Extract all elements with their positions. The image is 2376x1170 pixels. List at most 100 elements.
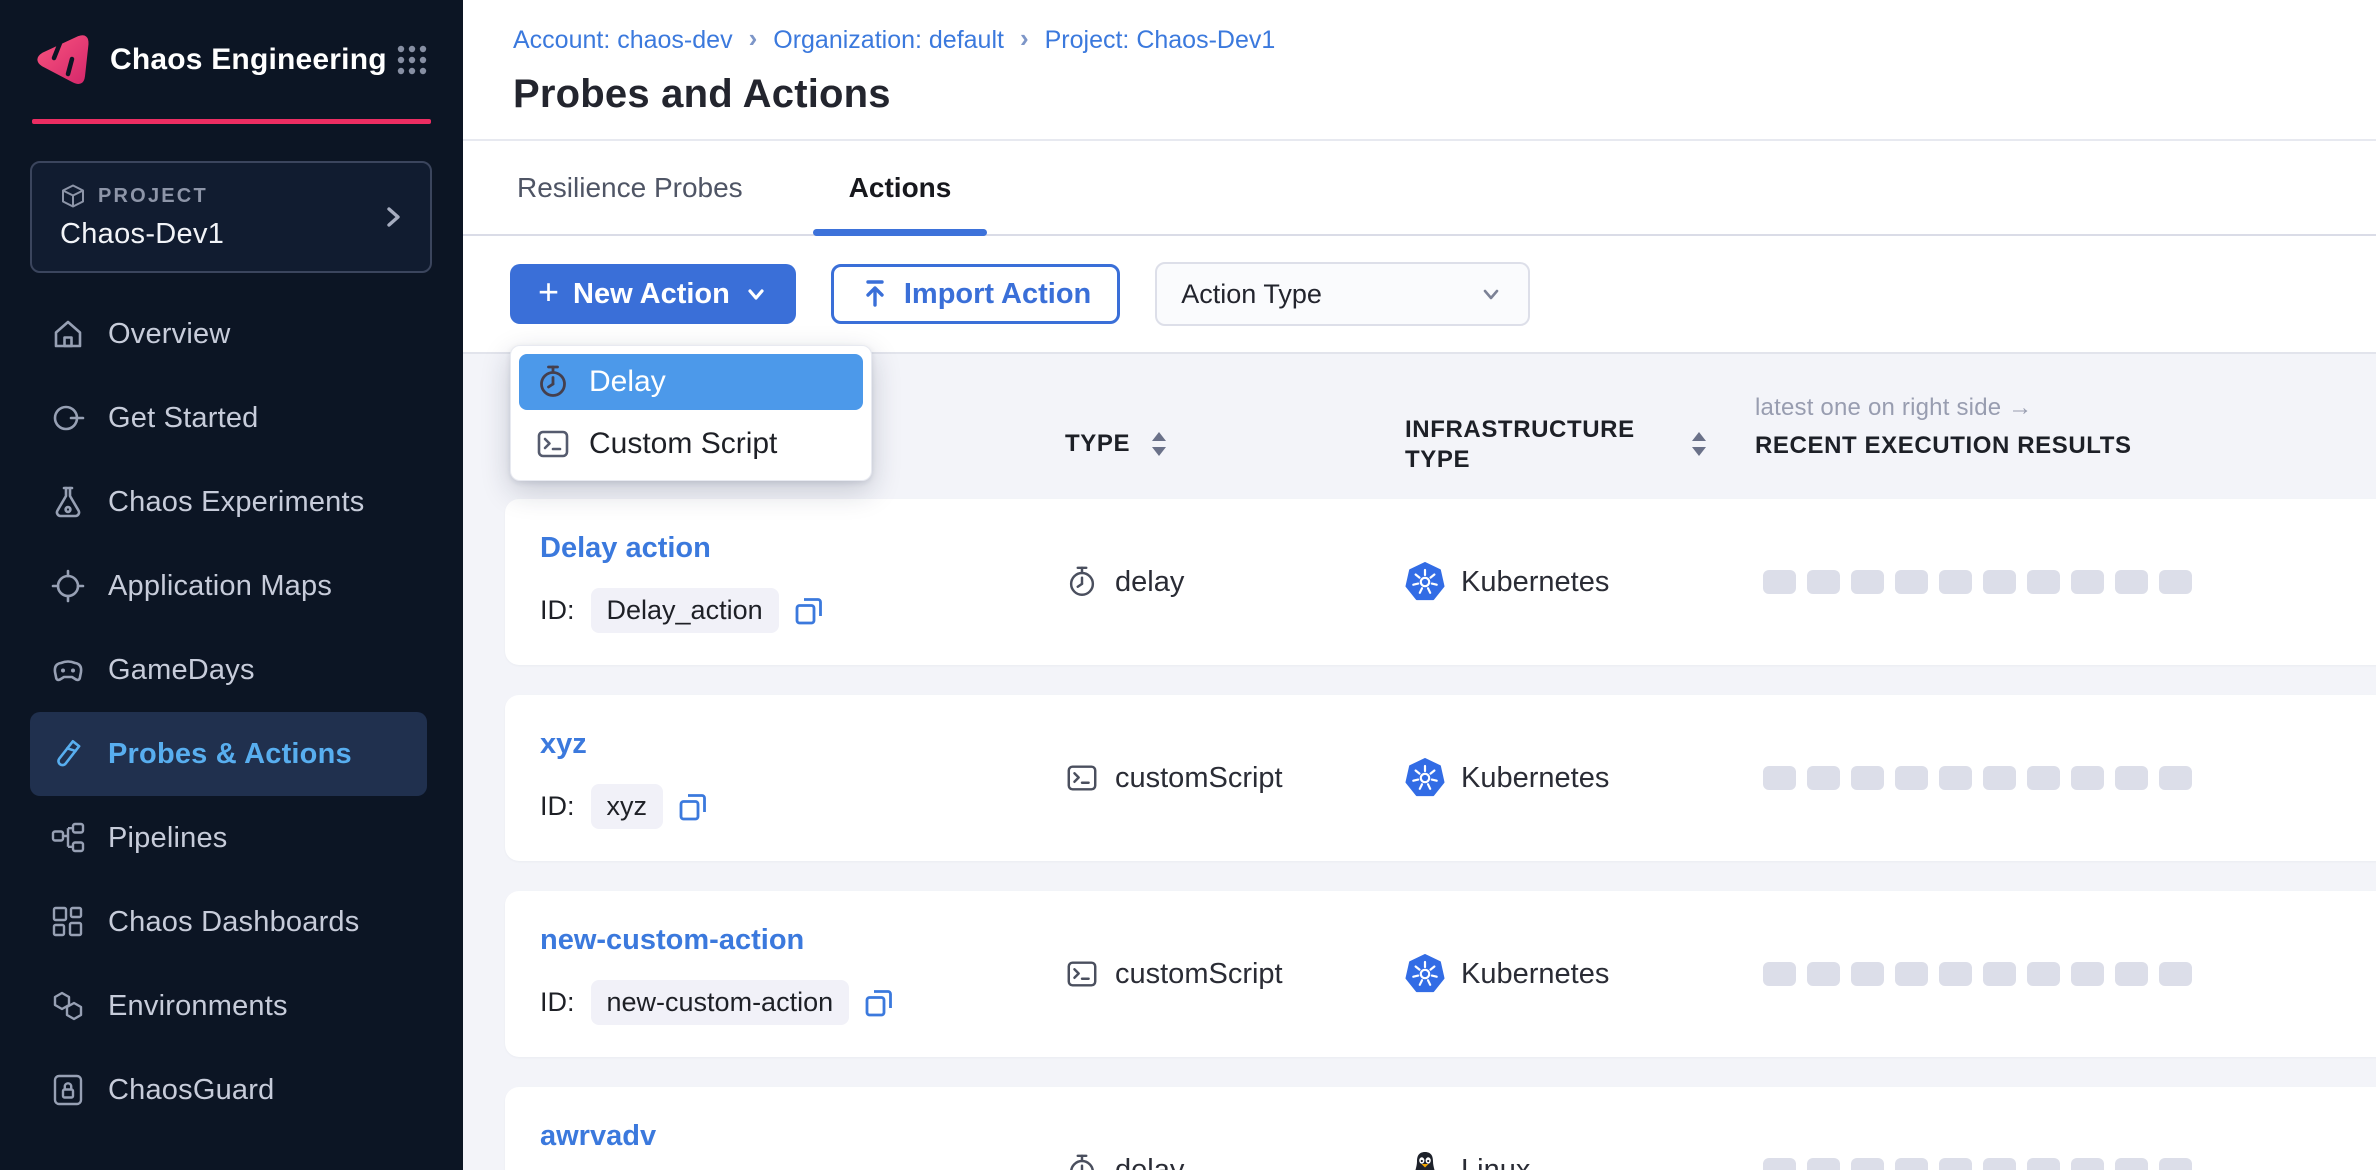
cube-icon	[60, 183, 86, 209]
action-name-link[interactable]: awrvadv	[540, 1120, 656, 1153]
sidebar-item-chaos-dashboards[interactable]: Chaos Dashboards	[30, 880, 427, 964]
target-icon	[50, 568, 86, 604]
get-started-icon	[50, 400, 86, 436]
flask-icon	[50, 484, 86, 520]
sidebar-item-chaos-experiments[interactable]: Chaos Experiments	[30, 460, 427, 544]
sidebar-item-get-started[interactable]: Get Started	[30, 376, 427, 460]
linux-icon	[1405, 1150, 1445, 1170]
execution-result-placeholder	[2159, 766, 2192, 790]
sidebar-item-probes-actions[interactable]: Probes & Actions	[30, 712, 427, 796]
action-name-link[interactable]: xyz	[540, 728, 587, 761]
breadcrumb-separator: ›	[749, 23, 758, 54]
action-id-line: ID: new-custom-action	[540, 980, 895, 1025]
sidebar-item-gamedays[interactable]: GameDays	[30, 628, 427, 712]
action-name-link[interactable]: Delay action	[540, 532, 711, 565]
execution-result-placeholder	[1763, 1158, 1796, 1170]
app-window: Chaos Engineering PROJECT Chaos-Dev1	[0, 0, 2376, 1170]
results-hint: latest one on right side →	[1755, 394, 2132, 422]
execution-result-placeholder	[1851, 766, 1884, 790]
chevron-right-icon	[380, 204, 406, 230]
action-type-cell: customScript	[1065, 891, 1283, 1057]
execution-result-placeholder	[1939, 1158, 1972, 1170]
execution-result-placeholder	[1895, 962, 1928, 986]
execution-result-placeholder	[1807, 1158, 1840, 1170]
lock-shield-icon	[50, 1072, 86, 1108]
table-row: xyz ID: xyz	[505, 695, 2376, 861]
recent-execution-results	[1763, 499, 2192, 665]
chevron-down-icon	[744, 282, 768, 306]
infrastructure-cell: Kubernetes	[1405, 891, 1609, 1057]
execution-result-placeholder	[1895, 570, 1928, 594]
app-title: Chaos Engineering	[110, 43, 387, 77]
sort-icon[interactable]	[1690, 430, 1708, 458]
harness-logo-icon	[34, 31, 90, 89]
column-header-type: TYPE	[1065, 430, 1168, 458]
menu-item-delay[interactable]: Delay	[519, 354, 863, 410]
execution-result-placeholder	[1807, 766, 1840, 790]
breadcrumb-project-link[interactable]: Project: Chaos-Dev1	[1045, 26, 1276, 55]
app-grid-icon[interactable]	[395, 43, 429, 77]
import-action-button[interactable]: Import Action	[831, 264, 1120, 324]
copy-icon[interactable]	[863, 987, 895, 1019]
execution-result-placeholder	[2071, 570, 2104, 594]
execution-result-placeholder	[2027, 766, 2060, 790]
execution-result-placeholder	[2027, 1158, 2060, 1170]
action-name-link[interactable]: new-custom-action	[540, 924, 804, 957]
copy-icon[interactable]	[793, 595, 825, 627]
copy-icon[interactable]	[677, 791, 709, 823]
action-id-value: Delay_action	[591, 588, 779, 633]
breadcrumb-account-link[interactable]: Account: chaos-dev	[513, 26, 733, 55]
sidebar: Chaos Engineering PROJECT Chaos-Dev1	[0, 0, 463, 1170]
chevron-down-icon	[1478, 281, 1504, 307]
page-header: Account: chaos-dev › Organization: defau…	[463, 0, 2376, 141]
kubernetes-icon	[1405, 758, 1445, 798]
execution-result-placeholder	[1851, 962, 1884, 986]
menu-item-custom-script[interactable]: Custom Script	[519, 416, 863, 472]
breadcrumb-organization-link[interactable]: Organization: default	[773, 26, 1004, 55]
action-id-line: ID: Delay_action	[540, 588, 825, 633]
sidebar-item-overview[interactable]: Overview	[30, 292, 427, 376]
action-id-value: new-custom-action	[591, 980, 850, 1025]
import-icon	[860, 278, 890, 310]
execution-result-placeholder	[2115, 962, 2148, 986]
breadcrumb: Account: chaos-dev › Organization: defau…	[513, 25, 2376, 56]
toolbar: + New Action Import Action Action Type	[463, 236, 2376, 354]
execution-result-placeholder	[1807, 570, 1840, 594]
execution-result-placeholder	[2071, 766, 2104, 790]
hexagons-icon	[50, 988, 86, 1024]
execution-result-placeholder	[2027, 962, 2060, 986]
breadcrumb-separator: ›	[1020, 23, 1029, 54]
sidebar-item-application-maps[interactable]: Application Maps	[30, 544, 427, 628]
kubernetes-icon	[1405, 562, 1445, 602]
execution-result-placeholder	[1763, 570, 1796, 594]
action-type-cell: delay	[1065, 499, 1184, 665]
recent-execution-results	[1763, 891, 2192, 1057]
tab-resilience-probes[interactable]: Resilience Probes	[507, 141, 753, 234]
column-header-infrastructure-type: INFRASTRUCTURE TYPE	[1405, 415, 1690, 475]
kubernetes-icon	[1405, 954, 1445, 994]
sidebar-header: Chaos Engineering	[0, 0, 463, 119]
sidebar-item-pipelines[interactable]: Pipelines	[30, 796, 427, 880]
project-selector[interactable]: PROJECT Chaos-Dev1	[30, 161, 432, 273]
table-row: new-custom-action ID: new-custom-action	[505, 891, 2376, 1057]
tab-actions[interactable]: Actions	[813, 141, 988, 234]
sort-icon[interactable]	[1150, 430, 1168, 458]
sidebar-accent-divider	[32, 119, 431, 124]
execution-result-placeholder	[2027, 570, 2060, 594]
execution-result-placeholder	[1895, 1158, 1928, 1170]
project-name: Chaos-Dev1	[60, 218, 224, 251]
new-action-button[interactable]: + New Action	[510, 264, 796, 324]
action-type-select[interactable]: Action Type	[1155, 262, 1530, 326]
stopwatch-icon	[1065, 1153, 1099, 1170]
table-row: awrvadv delay	[505, 1087, 2376, 1170]
execution-result-placeholder	[1983, 570, 2016, 594]
sidebar-item-chaosguard[interactable]: ChaosGuard	[30, 1048, 427, 1132]
execution-result-placeholder	[1851, 1158, 1884, 1170]
table-row: Delay action ID: Delay_action	[505, 499, 2376, 665]
sidebar-item-environments[interactable]: Environments	[30, 964, 427, 1048]
main-content: Account: chaos-dev › Organization: defau…	[463, 0, 2376, 1170]
execution-result-placeholder	[1807, 962, 1840, 986]
stopwatch-icon	[535, 364, 571, 400]
execution-result-placeholder	[2115, 1158, 2148, 1170]
execution-result-placeholder	[2071, 962, 2104, 986]
